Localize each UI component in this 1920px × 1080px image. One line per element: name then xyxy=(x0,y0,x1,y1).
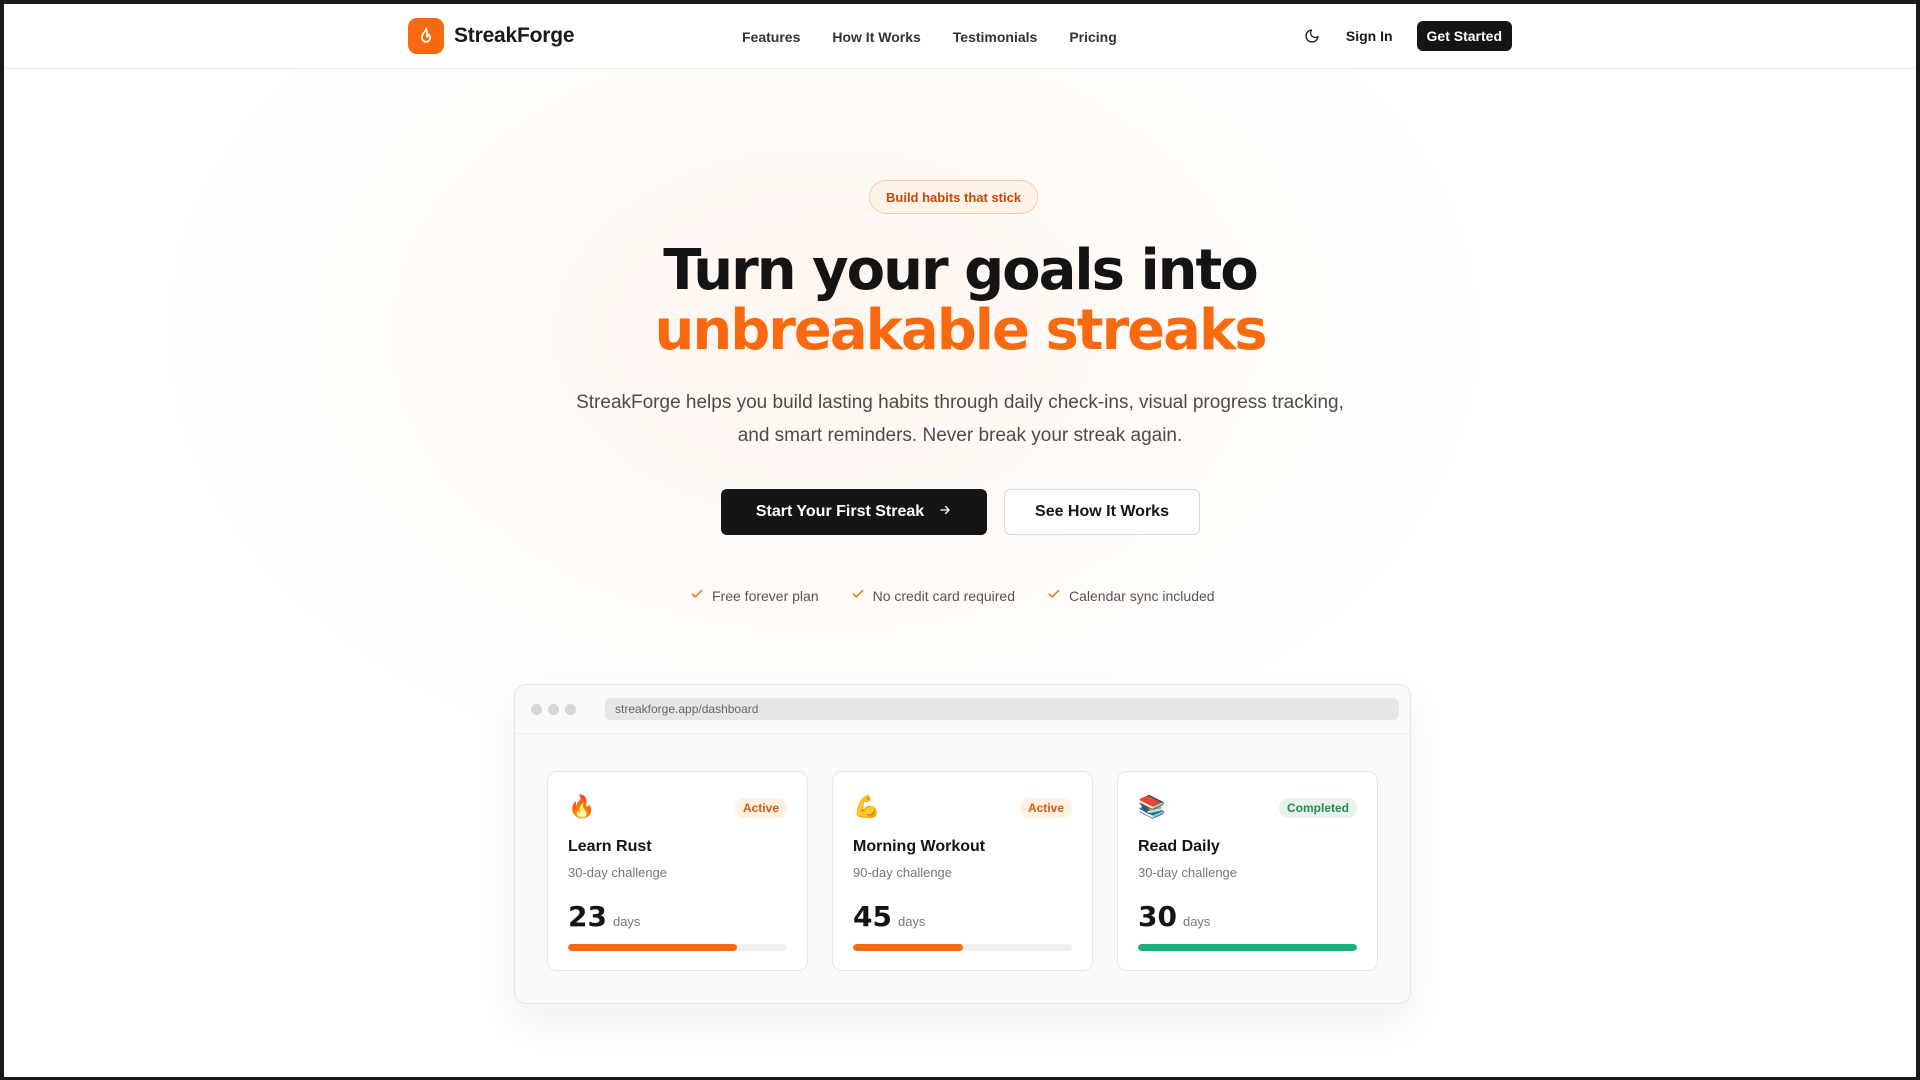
check-label: Calendar sync included xyxy=(1069,587,1215,604)
books-icon: 📚 xyxy=(1138,794,1166,819)
sign-in-link[interactable]: Sign In xyxy=(1346,28,1393,44)
progress-bar xyxy=(1138,944,1357,951)
progress-bar xyxy=(568,944,787,951)
streak-unit: days xyxy=(1182,914,1211,929)
nav-link-how-it-works[interactable]: How It Works xyxy=(832,29,920,45)
flame-icon xyxy=(408,18,444,54)
logo[interactable]: StreakForge xyxy=(408,18,575,54)
streak-days: 45 xyxy=(853,900,892,933)
window-dot xyxy=(548,704,559,715)
streak-cards: 🔥 Active Learn Rust 30-day challenge 23 … xyxy=(547,771,1378,971)
status-badge: Active xyxy=(734,798,787,818)
streak-count: 30 days xyxy=(1138,900,1210,933)
card-subtitle: 30-day challenge xyxy=(1138,865,1238,880)
window-controls xyxy=(531,704,576,715)
progress-fill xyxy=(853,944,963,951)
streak-card: 💪 Active Morning Workout 90-day challeng… xyxy=(832,771,1093,971)
progress-fill xyxy=(568,944,737,951)
nav-actions: Sign In Get Started xyxy=(1302,21,1512,51)
streak-unit: days xyxy=(897,914,926,929)
window-dot xyxy=(565,704,576,715)
nav-link-features[interactable]: Features xyxy=(742,29,800,45)
check-icon xyxy=(851,587,865,604)
check-item: No credit card required xyxy=(851,587,1015,604)
status-badge: Active xyxy=(1019,798,1072,818)
nav-link-testimonials[interactable]: Testimonials xyxy=(953,29,1038,45)
brand-name: StreakForge xyxy=(454,24,575,47)
streak-days: 30 xyxy=(1138,900,1177,933)
hero-pill: Build habits that stick xyxy=(869,180,1039,214)
card-subtitle: 30-day challenge xyxy=(568,865,668,880)
check-label: Free forever plan xyxy=(712,587,819,604)
hero-subtitle: StreakForge helps you build lasting habi… xyxy=(576,392,1344,446)
streak-card: 📚 Completed Read Daily 30-day challenge … xyxy=(1117,771,1378,971)
streak-card: 🔥 Active Learn Rust 30-day challenge 23 … xyxy=(547,771,808,971)
window-dot xyxy=(531,704,542,715)
browser-toolbar: streakforge.app/dashboard xyxy=(515,685,1410,734)
flexed-biceps-icon: 💪 xyxy=(853,794,881,819)
fire-icon: 🔥 xyxy=(568,794,596,819)
check-item: Calendar sync included xyxy=(1047,587,1215,604)
nav-link-pricing[interactable]: Pricing xyxy=(1069,29,1116,45)
streak-count: 23 days xyxy=(568,900,640,933)
progress-bar xyxy=(853,944,1072,951)
top-nav: StreakForge Features How It Works Testim… xyxy=(4,4,1916,69)
moon-icon[interactable] xyxy=(1302,26,1322,46)
check-item: Free forever plan xyxy=(690,587,819,604)
dashboard-preview: streakforge.app/dashboard 🔥 Active Learn… xyxy=(514,684,1411,1004)
arrow-right-icon xyxy=(938,503,952,522)
status-badge: Completed xyxy=(1278,798,1357,818)
check-icon xyxy=(690,587,704,604)
streak-days: 23 xyxy=(568,900,607,933)
card-subtitle: 90-day challenge xyxy=(853,865,953,880)
start-first-streak-button[interactable]: Start Your First Streak xyxy=(721,489,987,535)
hero-title-line1: Turn your goals into xyxy=(663,238,1259,303)
start-first-streak-label: Start Your First Streak xyxy=(755,503,925,520)
streak-unit: days xyxy=(612,914,641,929)
streak-count: 45 days xyxy=(853,900,925,933)
progress-fill xyxy=(1138,944,1357,951)
landing-page: StreakForge Features How It Works Testim… xyxy=(4,4,1916,1077)
card-title: Morning Workout xyxy=(853,838,986,855)
url-bar: streakforge.app/dashboard xyxy=(605,698,1399,720)
card-title: Read Daily xyxy=(1138,838,1220,855)
feature-checks: Free forever plan No credit card require… xyxy=(690,587,1215,604)
hero-title-line2: unbreakable streaks xyxy=(654,298,1267,363)
get-started-button[interactable]: Get Started xyxy=(1416,21,1512,51)
card-title: Learn Rust xyxy=(568,838,652,855)
check-icon xyxy=(1047,587,1061,604)
nav-links: Features How It Works Testimonials Prici… xyxy=(742,29,1117,45)
check-label: No credit card required xyxy=(872,587,1016,604)
see-how-it-works-button[interactable]: See How It Works xyxy=(1004,489,1200,535)
